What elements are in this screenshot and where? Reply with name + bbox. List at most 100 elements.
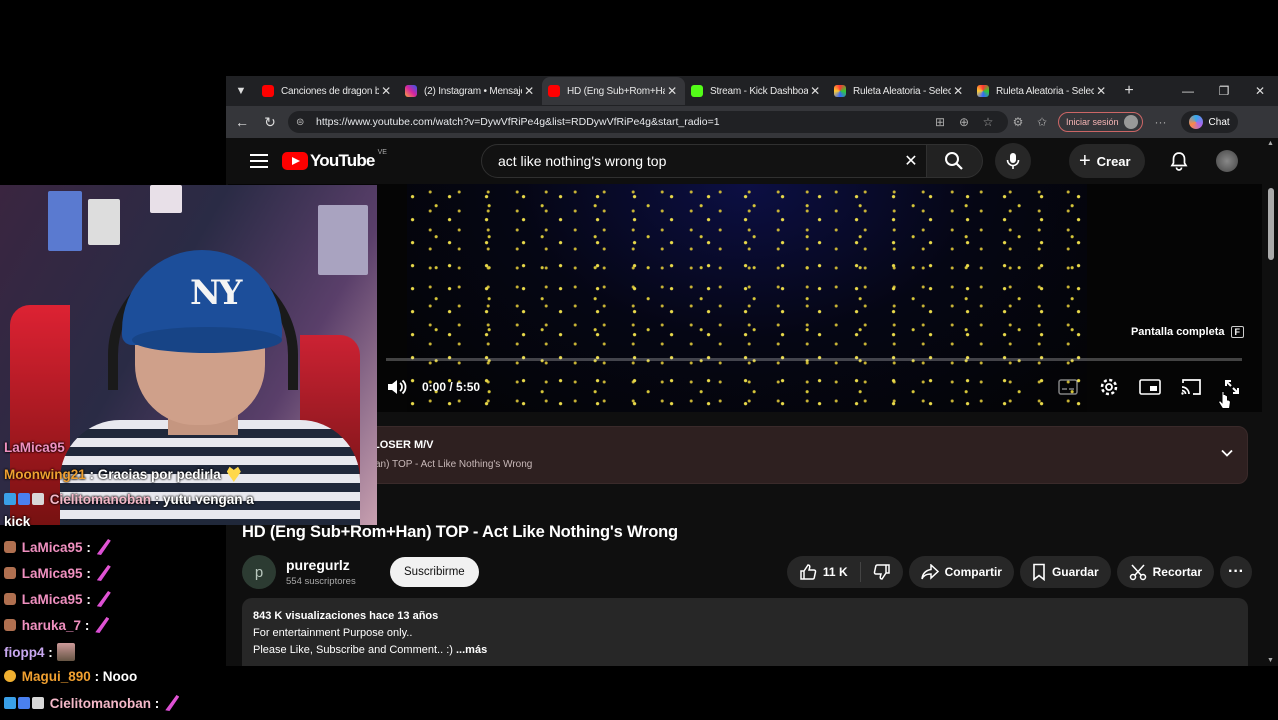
notifications-button[interactable]: [1167, 149, 1191, 173]
close-tab-icon[interactable]: ✕: [665, 84, 679, 98]
subtitles-button[interactable]: [1047, 374, 1088, 400]
tab-2[interactable]: HD (Eng Sub+Rom+Han ✕: [542, 77, 685, 105]
address-bar[interactable]: ⊜ https://www.youtube.com/watch?v=DywVfR…: [288, 111, 1008, 133]
copilot-icon: [1188, 115, 1203, 129]
progress-bar[interactable]: [386, 358, 1242, 361]
chat-text: : yutu vengan a: [154, 492, 254, 507]
plus-icon: +: [1078, 149, 1091, 172]
playlist-title: LOSER M/V: [373, 439, 434, 451]
volume-button[interactable]: [386, 376, 408, 398]
chat-message: fiopp4 :: [4, 643, 75, 661]
tab-search-chevron-icon[interactable]: ▼: [226, 76, 256, 106]
playlist-subtitle: an) TOP - Act Like Nothing's Wrong: [375, 459, 533, 470]
chat-text: : Gracias por pedirla: [89, 467, 221, 482]
miniplayer-icon: [1138, 379, 1161, 395]
tab-5[interactable]: Ruleta Aleatoria - Selecc ✕: [971, 77, 1114, 105]
hamburger-menu-icon[interactable]: [250, 154, 268, 168]
chat-username[interactable]: Magui_890: [22, 669, 91, 684]
tab-0[interactable]: Canciones de dragon ba ✕: [256, 77, 399, 105]
copilot-chat-button[interactable]: Chat: [1180, 111, 1238, 133]
playlist-panel[interactable]: LOSER M/V an) TOP - Act Like Nothing's W…: [240, 426, 1248, 484]
miniplayer-button[interactable]: [1129, 374, 1170, 400]
wall-poster: [48, 191, 82, 251]
chat-username[interactable]: haruka_7: [22, 618, 81, 633]
tab-title: HD (Eng Sub+Rom+Han: [567, 85, 665, 97]
share-button[interactable]: Compartir: [908, 556, 1014, 588]
chat-text: : Nooo: [94, 669, 138, 684]
yellow-heart-emote-icon: [226, 466, 241, 482]
chat-username[interactable]: LaMica95: [22, 592, 83, 607]
chat-text: :: [48, 645, 53, 660]
close-tab-icon[interactable]: ✕: [808, 84, 822, 98]
time-display: 0:00 / 5:50: [422, 380, 481, 394]
tab-4[interactable]: Ruleta Aleatoria - Selecc ✕: [828, 77, 971, 105]
video-title: HD (Eng Sub+Rom+Han) TOP - Act Like Noth…: [242, 523, 678, 541]
fullscreen-shortcut-key: F: [1230, 326, 1244, 338]
close-tab-icon[interactable]: ✕: [522, 84, 536, 98]
chat-username[interactable]: LaMica95: [22, 566, 83, 581]
bell-icon: [1170, 152, 1188, 171]
back-icon[interactable]: ←: [228, 114, 256, 130]
subscribe-button[interactable]: Suscribirme: [390, 557, 479, 587]
signin-button[interactable]: Iniciar sesión: [1058, 112, 1143, 132]
site-info-icon[interactable]: ⊜: [296, 117, 310, 128]
scroll-up-icon[interactable]: ▲: [1267, 140, 1274, 147]
chat-username[interactable]: LaMica95: [4, 440, 65, 455]
tab-3[interactable]: Stream - Kick Dashboar ✕: [685, 77, 828, 105]
tab-list: Canciones de dragon ba ✕ (2) Instagram • M…: [256, 77, 1114, 105]
apps-icon[interactable]: ⊞: [928, 115, 952, 129]
favorites-icon[interactable]: ✩: [1030, 115, 1054, 129]
wall-poster: [88, 199, 120, 245]
minimize-icon[interactable]: —: [1170, 76, 1206, 106]
chat-text: kick: [4, 514, 31, 529]
account-avatar[interactable]: [1215, 150, 1238, 172]
create-button[interactable]: + Crear: [1068, 144, 1145, 178]
video-player[interactable]: Pantalla completa F 0:00 / 5:50: [228, 184, 1262, 412]
more-actions-button[interactable]: ···: [1220, 556, 1252, 588]
scrollbar-thumb[interactable]: [1268, 188, 1274, 260]
close-tab-icon[interactable]: ✕: [951, 84, 965, 98]
show-more-link[interactable]: ...más: [456, 644, 487, 656]
voice-search-button[interactable]: [994, 143, 1031, 179]
page-scrollbar[interactable]: ▲ ▼: [1264, 138, 1278, 666]
chat-username[interactable]: LaMica95: [22, 540, 83, 555]
close-tab-icon[interactable]: ✕: [1094, 84, 1108, 98]
chat-username[interactable]: Cielitomanoban: [50, 696, 151, 711]
dislike-button[interactable]: [861, 563, 903, 581]
close-window-icon[interactable]: ✕: [1242, 76, 1278, 106]
feather-emote-icon: [96, 591, 111, 607]
description-box[interactable]: 843 K visualizaciones hace 13 años For e…: [242, 598, 1248, 666]
bookmark-star-icon[interactable]: ☆: [976, 115, 1000, 129]
chat-username[interactable]: fiopp4: [4, 645, 45, 660]
chevron-down-icon[interactable]: [1219, 445, 1235, 466]
search-box[interactable]: act like nothing's wrong top ✕: [480, 144, 927, 178]
search-icon: [945, 152, 964, 170]
cast-button[interactable]: [1170, 374, 1211, 400]
tab-1[interactable]: (2) Instagram • Mensaje ✕: [399, 77, 542, 105]
scroll-down-icon[interactable]: ▼: [1267, 657, 1274, 664]
new-tab-button[interactable]: +: [1114, 82, 1144, 100]
wall-poster: [150, 185, 182, 213]
clear-search-icon[interactable]: ✕: [896, 151, 926, 171]
youtube-logo[interactable]: YouTube VE: [282, 149, 387, 171]
search-button[interactable]: [926, 144, 983, 178]
zoom-icon[interactable]: ⊕: [952, 115, 976, 129]
close-tab-icon[interactable]: ✕: [379, 84, 393, 98]
chat-text: :: [86, 592, 91, 607]
like-button[interactable]: 11 K: [787, 562, 861, 582]
chat-username[interactable]: Moonwing21: [4, 467, 86, 482]
settings-button[interactable]: [1088, 374, 1129, 400]
search-input[interactable]: act like nothing's wrong top: [498, 153, 896, 169]
youtube-page: YouTube VE act like nothing's wrong top …: [226, 138, 1278, 666]
fullscreen-tooltip: Pantalla completa F: [1131, 326, 1244, 338]
restore-icon[interactable]: ❐: [1206, 76, 1242, 106]
share-icon: [920, 564, 939, 580]
chat-message: kick: [4, 514, 30, 529]
chat-username[interactable]: Cielitomanoban: [50, 492, 151, 507]
extensions-icon[interactable]: ⚙: [1006, 115, 1030, 129]
clip-button[interactable]: Recortar: [1116, 556, 1214, 588]
save-button[interactable]: Guardar: [1019, 556, 1111, 588]
cap-bill: [132, 327, 282, 353]
reload-icon[interactable]: ↻: [256, 114, 284, 131]
menu-dots-icon[interactable]: ···: [1149, 115, 1173, 129]
